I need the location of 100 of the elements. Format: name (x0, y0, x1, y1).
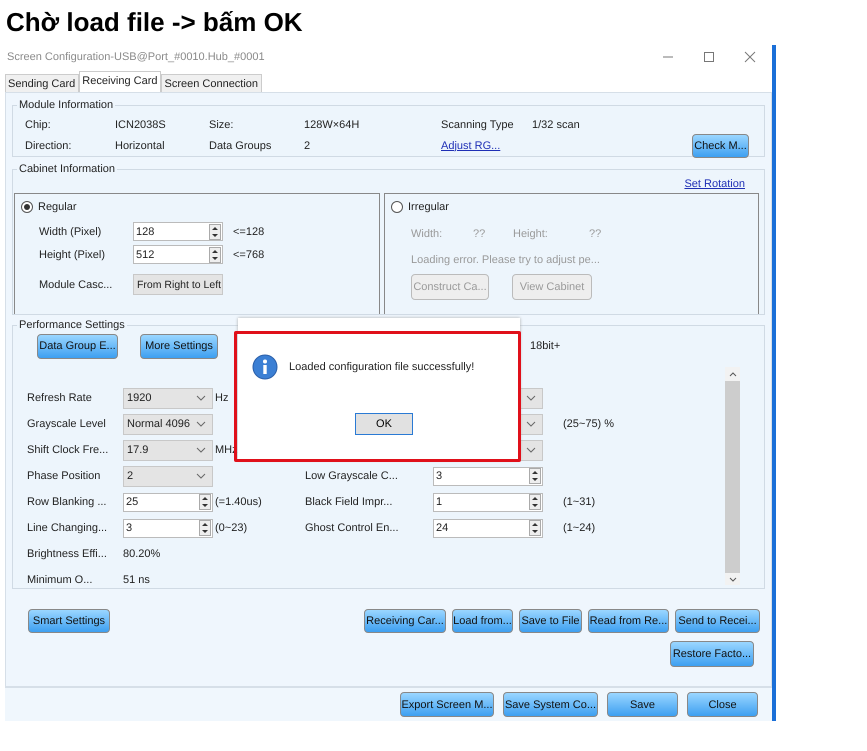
unit-text: (25~75) % (563, 418, 614, 430)
dropdown[interactable]: 17.9 (123, 440, 213, 460)
number-field[interactable]: 3 (123, 518, 213, 538)
tab[interactable]: Screen Connection (161, 74, 262, 92)
dropdown[interactable]: 2 (123, 466, 213, 486)
error-message: Loading error. Please try to adjust pe... (410, 253, 601, 266)
scroll-up-icon[interactable] (728, 371, 736, 377)
dropdown[interactable]: Normal 4096 (123, 414, 213, 434)
number-field[interactable]: 24 (433, 518, 543, 538)
window-title: Screen Configuration-USB@Port_#0010.Hub_#0001 (6, 51, 265, 63)
chevron-icon[interactable] (526, 420, 536, 428)
spinner-icon[interactable] (529, 494, 541, 510)
field-value: 51 ns (123, 574, 150, 585)
field-label: Module Casc... (39, 278, 114, 290)
chevron-icon[interactable] (196, 420, 206, 428)
number-field[interactable]: 1 (433, 492, 543, 512)
footer-button[interactable]: Save (607, 692, 678, 717)
action-button[interactable]: Receiving Car... (364, 609, 446, 633)
field-label: Refresh Rate (27, 392, 92, 404)
smart-settings-button[interactable]: Smart Settings (28, 609, 110, 633)
field-value: 1/32 scan (532, 118, 581, 130)
close-icon[interactable] (744, 51, 756, 63)
number-field[interactable]: 128 (133, 222, 223, 241)
number-field[interactable]: 512 (133, 245, 223, 264)
unit-text: Hz (215, 392, 228, 404)
ok-button[interactable]: OK (355, 413, 413, 435)
caption-heading: Chờ load file -> bấm OK (5, 6, 304, 39)
chevron-icon[interactable] (196, 446, 206, 454)
field-label: Minimum O... (27, 574, 92, 585)
dropdown[interactable]: From Right to Left (133, 274, 223, 295)
dialog-message: Loaded configuration file successfully! (289, 361, 474, 373)
field-value: 2 (304, 140, 312, 152)
field-label: Chip: (25, 118, 52, 130)
spinner-icon[interactable] (529, 520, 541, 536)
section-title: Performance Settings (18, 319, 126, 331)
section-title: Cabinet Information (18, 163, 116, 175)
field-value: 128W×64H (304, 118, 360, 130)
info-icon (252, 354, 278, 380)
field-label: Phase Position (27, 470, 100, 482)
field-label: Line Changing... (27, 522, 108, 534)
number-field[interactable]: 3 (433, 466, 543, 486)
settings-button[interactable]: More Settings (140, 334, 218, 358)
field-label: Size: (209, 118, 234, 130)
spinner-icon[interactable] (209, 246, 221, 262)
spinner-icon[interactable] (209, 224, 221, 240)
scrollbar[interactable] (725, 367, 740, 585)
spinner-icon[interactable] (199, 494, 211, 510)
field-value: ?? (589, 228, 602, 240)
unit-text: (0~23) (215, 522, 248, 534)
field-label: Height: (513, 228, 549, 240)
action-button[interactable]: Save to File (519, 609, 582, 633)
field-label: Black Field Impr... (305, 496, 392, 508)
bit-depth-text: 18bit+ (530, 340, 560, 352)
dropdown[interactable]: 1920 (123, 388, 213, 408)
unit-text: (=1.40us) (215, 496, 262, 508)
restore-button[interactable]: Restore Facto... (670, 641, 754, 667)
field-label: Ghost Control En... (305, 522, 399, 534)
chevron-icon[interactable] (526, 446, 536, 454)
footer-button[interactable]: Save System Co... (503, 692, 598, 717)
action-button[interactable]: Send to Recei... (675, 609, 760, 633)
check-button[interactable]: Check M... (692, 134, 749, 158)
unit-text: (1~24) (563, 522, 596, 534)
footer-button[interactable]: Close (687, 692, 758, 717)
footer-button[interactable]: Export Screen M... (400, 692, 494, 717)
number-field[interactable]: 25 (123, 492, 213, 512)
field-value: 80.20% (123, 548, 160, 560)
adjust-link[interactable]: Adjust RG... (441, 140, 532, 152)
maximize-icon[interactable] (703, 51, 715, 63)
chevron-icon[interactable] (526, 394, 536, 402)
field-value: Horizontal (115, 140, 166, 152)
spinner-icon[interactable] (199, 520, 211, 536)
rotation-link[interactable]: Set Rotation (684, 178, 745, 191)
field-label: Width: (411, 228, 444, 240)
settings-button[interactable]: Data Group E... (37, 334, 118, 358)
tab[interactable]: Receiving Card (79, 71, 162, 92)
field-label: Direction: (25, 140, 72, 152)
field-label: Brightness Effi... (27, 548, 107, 560)
limit-text: <=128 (233, 226, 264, 238)
action-button[interactable]: Load from... (452, 609, 513, 633)
scroll-down-icon[interactable] (728, 577, 736, 583)
field-label: Scanning Type (441, 118, 515, 130)
radio-button[interactable] (21, 201, 33, 213)
limit-text: <=768 (233, 248, 264, 260)
chevron-icon[interactable] (196, 472, 206, 480)
field-label: Height (Pixel) (39, 248, 106, 260)
radio-label: Irregular (408, 201, 449, 213)
unit-text: (1~31) (563, 496, 596, 508)
field-label: Data Groups (209, 140, 272, 152)
field-label: Grayscale Level (27, 418, 106, 430)
field-label: Width (Pixel) (39, 226, 102, 238)
field-label: Shift Clock Fre... (27, 444, 108, 456)
field-label: Row Blanking ... (27, 496, 106, 508)
field-value: ICN2038S (115, 118, 167, 130)
spinner-icon[interactable] (529, 468, 541, 484)
field-value: ?? (473, 228, 486, 240)
field-label: Low Grayscale C... (305, 470, 398, 482)
action-button[interactable]: Read from Re... (588, 609, 669, 633)
chevron-icon[interactable] (196, 394, 206, 402)
radio-label: Regular (38, 201, 77, 213)
tab[interactable]: Sending Card (5, 74, 80, 92)
